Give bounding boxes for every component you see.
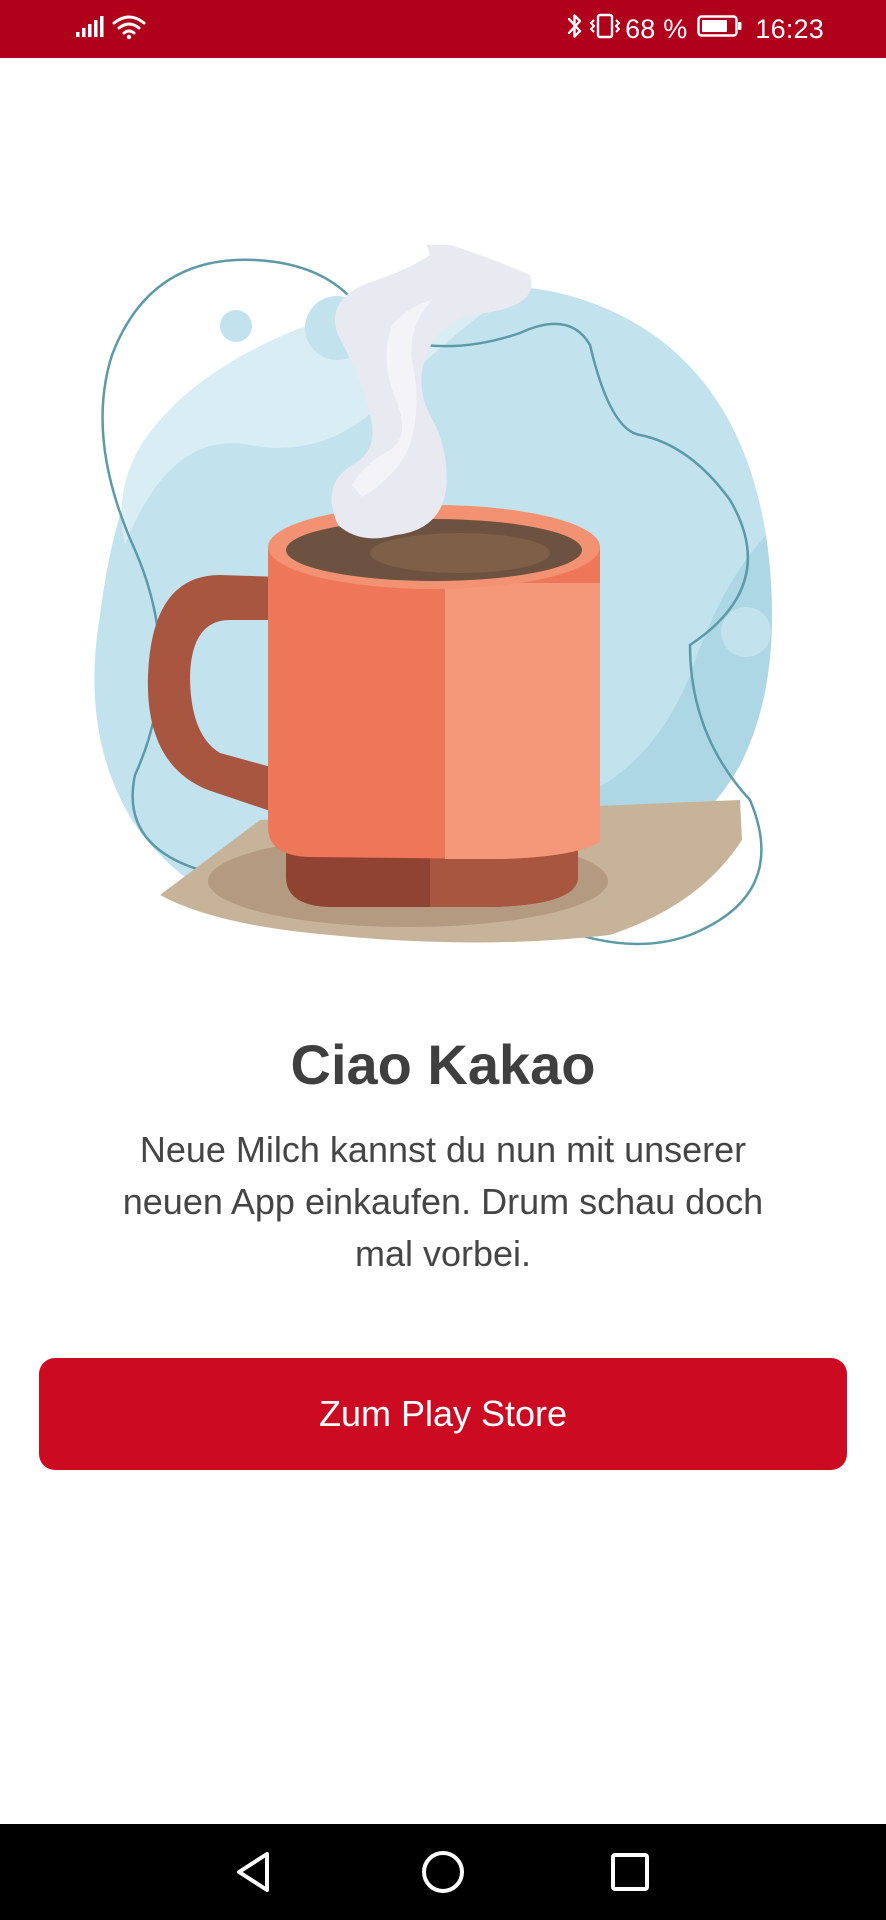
bluetooth-icon xyxy=(565,12,585,47)
status-bar: 68 % 16:23 xyxy=(0,0,886,58)
home-icon[interactable] xyxy=(413,1842,473,1902)
status-right-group: 68 % 16:23 xyxy=(565,10,824,48)
recents-icon[interactable] xyxy=(600,1842,660,1902)
bubble-right xyxy=(721,607,771,657)
back-icon[interactable] xyxy=(223,1842,283,1902)
battery-percent-text: 68 % xyxy=(625,14,688,44)
navigation-bar xyxy=(0,1824,886,1920)
signal-icon xyxy=(76,15,104,44)
battery-icon xyxy=(697,14,743,45)
vibrate-icon xyxy=(589,12,621,47)
cocoa-mug-illustration xyxy=(90,237,796,950)
wifi-icon xyxy=(112,14,146,45)
status-left-group xyxy=(76,14,146,44)
page-title: Ciao Kakao xyxy=(290,1033,596,1096)
clock-text: 16:23 xyxy=(755,14,824,44)
play-store-button-label: Zum Play Store xyxy=(318,1393,568,1434)
app-screen: 68 % 16:23 Ciao Kakao Neue Milch kannst … xyxy=(0,0,886,1920)
message-text: Neue Milch kannst du nun mit unserer neu… xyxy=(122,1129,764,1274)
bubble-small xyxy=(220,310,252,342)
play-store-button[interactable]: Zum Play Store xyxy=(39,1358,847,1470)
